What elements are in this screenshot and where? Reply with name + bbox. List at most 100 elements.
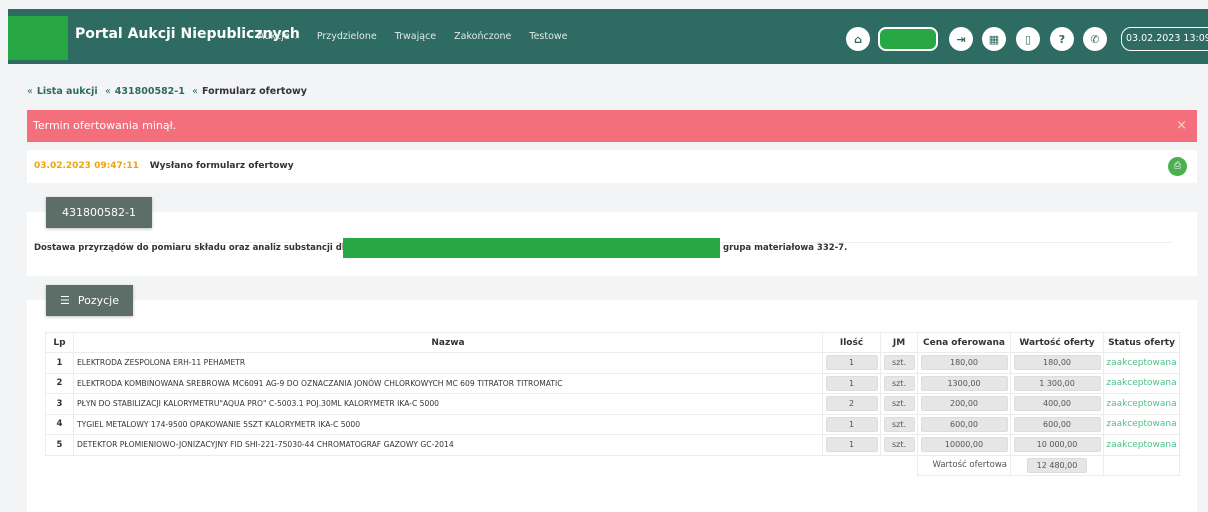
row-qty: 1 <box>825 416 878 432</box>
breadcrumb-lista-aukcji[interactable]: Lista aukcji <box>37 86 98 97</box>
qty-cell: 1 <box>822 352 881 374</box>
user-account-button[interactable] <box>878 27 938 51</box>
help-icon[interactable]: ? <box>1050 27 1074 51</box>
table-row: 1 ELEKTRODA ZESPOLONA ERH-11 PEHAMETR 1 szt… <box>45 352 1180 374</box>
col-status: Status oferty <box>1103 332 1180 353</box>
nav-przydzielone[interactable]: Przydzielone <box>317 31 377 42</box>
list-icon: ☰ <box>60 294 70 307</box>
row-name: ELEKTRODA KOMBINOWANA SREBROWA MC6091 AG… <box>73 372 823 394</box>
submission-status: 03.02.2023 09:47:11 Wysłano formularz of… <box>27 150 1197 183</box>
row-unit: szt. <box>883 355 915 371</box>
row-qty: 1 <box>825 437 878 453</box>
nav-aukcje-label: Aukcje <box>258 31 290 42</box>
row-lp: 5 <box>45 434 74 456</box>
total-value: 12 480,00 <box>1027 457 1087 473</box>
phone-icon[interactable]: ✆ <box>1083 27 1107 51</box>
nav-zakonczone[interactable]: Zakończone <box>454 31 511 42</box>
row-status: zaakceptowana <box>1103 352 1180 374</box>
nav-testowe[interactable]: Testowe <box>529 31 567 42</box>
unit-cell: szt. <box>880 393 918 415</box>
row-price: 180,00 <box>920 355 1008 371</box>
row-name: DETEKTOR PŁOMIENIOWO-JONIZACYJNY FID SHI… <box>73 434 823 456</box>
row-lp: 3 <box>45 393 74 415</box>
breadcrumb-auction-id[interactable]: 431800582-1 <box>115 86 185 97</box>
price-cell: 10000,00 <box>917 434 1011 456</box>
row-value: 600,00 <box>1013 416 1101 432</box>
value-cell: 10 000,00 <box>1010 434 1104 456</box>
unit-cell: szt. <box>880 434 918 456</box>
row-unit: szt. <box>883 437 915 453</box>
row-name: TYGIEL METALOWY 174-9500 OPAKOWANIE 5SZT… <box>73 413 823 435</box>
positions-tag-label: Pozycje <box>77 294 120 307</box>
row-price: 10000,00 <box>920 437 1008 453</box>
breadcrumb-current: Formularz ofertowy <box>201 86 307 97</box>
book-icon[interactable]: ▯ <box>1016 27 1040 51</box>
price-cell: 200,00 <box>917 393 1011 415</box>
row-qty: 1 <box>825 375 878 391</box>
chevron-left-icon: « <box>192 86 198 97</box>
top-navbar: Portal Aukcji Niepublicznych Aukcje ⌵ Prz… <box>8 9 1208 64</box>
unit-cell: szt. <box>880 352 918 374</box>
row-value: 10 000,00 <box>1013 437 1101 453</box>
row-lp: 4 <box>45 413 74 435</box>
nav-aukcje[interactable]: Aukcje ⌵ <box>258 31 299 42</box>
row-name: ELEKTRODA ZESPOLONA ERH-11 PEHAMETR <box>73 352 823 374</box>
alert-text: Termin ofertowania minął. <box>33 119 177 132</box>
row-price: 600,00 <box>920 416 1008 432</box>
col-lp: Lp <box>45 332 74 353</box>
qty-cell: 1 <box>822 372 881 394</box>
table-row: 4 TYGIEL METALOWY 174-9500 OPAKOWANIE 5SZ… <box>45 413 1180 435</box>
home-icon[interactable]: ⌂ <box>846 27 870 51</box>
row-lp: 2 <box>45 372 74 394</box>
logo[interactable] <box>8 16 68 60</box>
nav-trwajace[interactable]: Trwające <box>395 31 436 42</box>
row-value: 400,00 <box>1013 396 1101 412</box>
col-cena: Cena oferowana <box>917 332 1011 353</box>
auction-description: Dostawa przyrządów do pomiaru składu ora… <box>34 243 351 253</box>
table-header-row: Lp Nazwa Ilość JM Cena oferowana Wartość… <box>45 332 1180 353</box>
row-status: zaakceptowana <box>1103 413 1180 435</box>
positions-table: Lp Nazwa Ilość JM Cena oferowana Wartość… <box>45 332 1180 476</box>
qty-cell: 2 <box>822 393 881 415</box>
row-value: 180,00 <box>1013 355 1101 371</box>
row-price: 1300,00 <box>920 375 1008 391</box>
auction-description-suffix: grupa materiałowa 332-7. <box>723 243 848 253</box>
value-cell: 1 300,00 <box>1010 372 1104 394</box>
print-icon[interactable]: ⎙ <box>1168 157 1187 176</box>
row-lp: 1 <box>45 352 74 374</box>
row-unit: szt. <box>883 396 915 412</box>
col-jm: JM <box>880 332 918 353</box>
auction-id-tag: 431800582-1 <box>46 197 152 228</box>
unit-cell: szt. <box>880 413 918 435</box>
price-cell: 600,00 <box>917 413 1011 435</box>
row-price: 200,00 <box>920 396 1008 412</box>
row-qty: 2 <box>825 396 878 412</box>
value-cell: 400,00 <box>1010 393 1104 415</box>
row-qty: 1 <box>825 355 878 371</box>
chevron-left-icon: « <box>104 86 111 97</box>
status-timestamp: 03.02.2023 09:47:11 <box>34 161 139 171</box>
main-nav: Aukcje ⌵ Przydzielone Trwające Zakończone… <box>258 31 586 42</box>
col-ilosc: Ilość <box>822 332 881 353</box>
col-wartosc: Wartość oferty <box>1010 332 1104 353</box>
price-cell: 180,00 <box>917 352 1011 374</box>
table-row: 5 DETEKTOR PŁOMIENIOWO-JONIZACYJNY FID SH… <box>45 434 1180 456</box>
row-status: zaakceptowana <box>1103 434 1180 456</box>
current-datetime: 03.02.2023 13:09:09 <box>1121 27 1208 51</box>
row-name: PŁYN DO STABILIZACJI KALORYMETRU"AQUA PR… <box>73 393 823 415</box>
calculator-icon[interactable]: ▦ <box>982 27 1006 51</box>
table-row: 3 PŁYN DO STABILIZACJI KALORYMETRU"AQUA P… <box>45 393 1180 415</box>
empty-cell <box>1103 454 1180 476</box>
value-cell: 600,00 <box>1010 413 1104 435</box>
chevron-down-icon: ⌵ <box>292 32 299 41</box>
row-status: zaakceptowana <box>1103 393 1180 415</box>
status-message: Wysłano formularz ofertowy <box>149 161 294 171</box>
close-icon[interactable]: × <box>1176 110 1187 142</box>
positions-tag: ☰ Pozycje <box>46 285 134 316</box>
breadcrumb: «Lista aukcji «431800582-1 «Formularz of… <box>27 86 307 97</box>
unit-cell: szt. <box>880 372 918 394</box>
qty-cell: 1 <box>822 434 881 456</box>
logout-icon[interactable]: ⇥ <box>949 27 973 51</box>
chevron-left-icon: « <box>27 86 33 97</box>
row-unit: szt. <box>883 375 915 391</box>
